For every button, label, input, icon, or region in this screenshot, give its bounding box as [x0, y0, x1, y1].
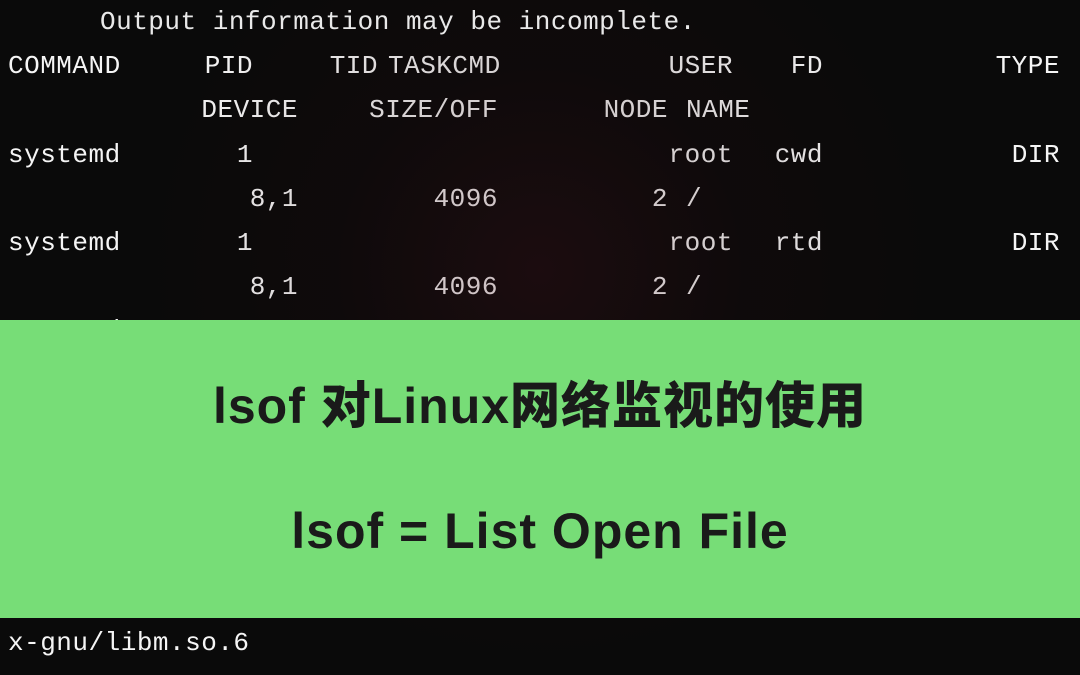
warning-message: Output information may be incomplete. — [0, 0, 1080, 44]
table-row: systemd 1 root cwd DIR — [0, 133, 1080, 177]
header-fd: FD — [733, 44, 823, 88]
header-type: TYPE — [823, 44, 1072, 88]
cell-tid — [283, 133, 378, 177]
header-device: DEVICE — [8, 88, 328, 132]
cell-device: 8,1 — [8, 265, 328, 309]
banner-title-line1: lsof 对Linux网络监视的使用 — [213, 364, 867, 449]
cell-device: 8,1 — [8, 177, 328, 221]
cell-type: DIR — [823, 221, 1072, 265]
header-taskcmd: TASKCMD — [378, 44, 638, 88]
cell-fd: rtd — [733, 221, 823, 265]
cell-name: / — [668, 265, 1072, 309]
cell-pid: 1 — [143, 133, 283, 177]
title-banner: lsof 对Linux网络监视的使用 lsof = List Open File — [0, 320, 1080, 618]
header-tid: TID — [283, 44, 378, 88]
cell-taskcmd — [378, 221, 638, 265]
header-sizeoff: SIZE/OFF — [328, 88, 498, 132]
cell-node: 2 — [498, 177, 668, 221]
cell-node: 2 — [498, 265, 668, 309]
cell-command: systemd — [8, 133, 143, 177]
cell-name: / — [668, 177, 1072, 221]
bottom-text-fragment: x-gnu/libm.so.6 — [8, 621, 250, 665]
table-row: 8,1 4096 2 / — [0, 177, 1080, 221]
header-pid: PID — [143, 44, 283, 88]
cell-user: root — [638, 221, 733, 265]
cell-command: systemd — [8, 221, 143, 265]
cell-user: root — [638, 133, 733, 177]
header-node: NODE — [498, 88, 668, 132]
lsof-header-row-1: COMMAND PID TID TASKCMD USER FD TYPE — [0, 44, 1080, 88]
table-row: 8,1 4096 2 / — [0, 265, 1080, 309]
header-command: COMMAND — [8, 44, 143, 88]
cell-fd: cwd — [733, 133, 823, 177]
cell-tid — [283, 221, 378, 265]
table-row: systemd 1 root rtd DIR — [0, 221, 1080, 265]
cell-taskcmd — [378, 133, 638, 177]
header-user: USER — [638, 44, 733, 88]
cell-sizeoff: 4096 — [328, 177, 498, 221]
header-name: NAME — [668, 88, 1072, 132]
cell-type: DIR — [823, 133, 1072, 177]
lsof-header-row-2: DEVICE SIZE/OFF NODE NAME — [0, 88, 1080, 132]
terminal-output: Output information may be incomplete. CO… — [0, 0, 1080, 675]
banner-title-line2: lsof = List Open File — [291, 489, 788, 574]
cell-sizeoff: 4096 — [328, 265, 498, 309]
cell-pid: 1 — [143, 221, 283, 265]
